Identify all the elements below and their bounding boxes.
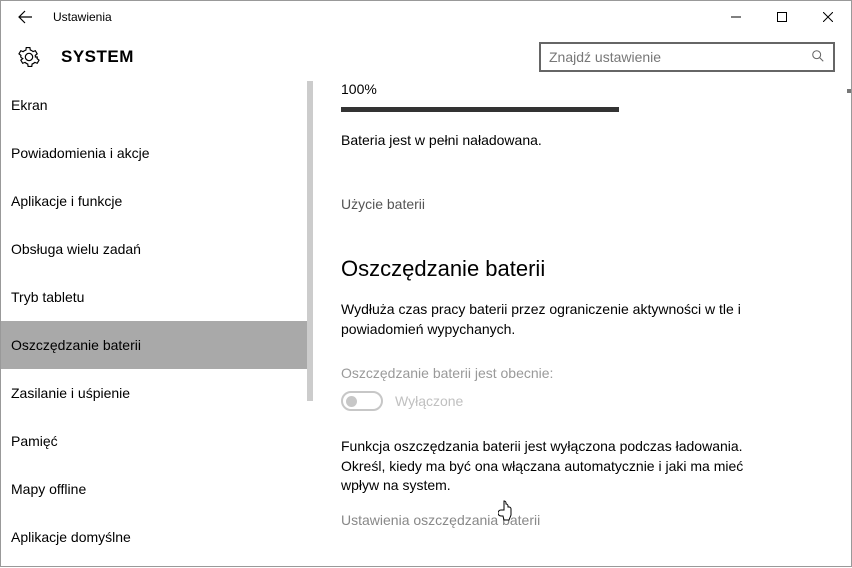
back-button[interactable] bbox=[9, 1, 41, 33]
sidebar-item-label: Oszczędzanie baterii bbox=[11, 337, 141, 353]
battery-usage-link[interactable]: Użycie baterii bbox=[341, 196, 823, 212]
sidebar-item-powiadomienia[interactable]: Powiadomienia i akcje bbox=[1, 129, 313, 177]
battery-progress-bar bbox=[341, 107, 619, 112]
page-title: SYSTEM bbox=[61, 47, 134, 67]
toggle-label: Oszczędzanie baterii jest obecnie: bbox=[341, 365, 823, 381]
sidebar-item-label: Ekran bbox=[11, 97, 48, 113]
sidebar-item-zasilanie[interactable]: Zasilanie i uśpienie bbox=[1, 369, 313, 417]
sidebar-item-label: Zasilanie i uśpienie bbox=[11, 385, 130, 401]
sidebar-item-label: Aplikacje i funkcje bbox=[11, 193, 122, 209]
header: SYSTEM Znajdź ustawienie bbox=[1, 33, 851, 81]
sidebar-item-pamiec[interactable]: Pamięć bbox=[1, 417, 313, 465]
battery-status-text: Bateria jest w pełni naładowana. bbox=[341, 132, 823, 148]
battery-percent: 100% bbox=[341, 81, 823, 97]
battery-saver-info: Funkcja oszczędzania baterii jest wyłącz… bbox=[341, 437, 781, 496]
sidebar-item-obsluga-zadan[interactable]: Obsługa wielu zadań bbox=[1, 225, 313, 273]
sidebar: Ekran Powiadomienia i akcje Aplikacje i … bbox=[1, 81, 313, 568]
section-title: Oszczędzanie baterii bbox=[341, 256, 823, 282]
titlebar: Ustawienia bbox=[1, 1, 851, 33]
sidebar-item-label: Powiadomienia i akcje bbox=[11, 145, 150, 161]
sidebar-item-label: Pamięć bbox=[11, 433, 58, 449]
maximize-button[interactable] bbox=[759, 1, 805, 33]
sidebar-item-aplikacje-domyslne[interactable]: Aplikacje domyślne bbox=[1, 513, 313, 561]
battery-saver-toggle[interactable] bbox=[341, 391, 383, 411]
sidebar-item-label: Obsługa wielu zadań bbox=[11, 241, 141, 257]
close-button[interactable] bbox=[805, 1, 851, 33]
toggle-knob bbox=[346, 396, 357, 407]
sidebar-item-label: Tryb tabletu bbox=[11, 289, 84, 305]
toggle-state-text: Wyłączone bbox=[395, 393, 463, 409]
battery-saver-settings-link[interactable]: Ustawienia oszczędzania baterii bbox=[341, 512, 823, 528]
content-panel: 100% Bateria jest w pełni naładowana. Uż… bbox=[313, 81, 851, 568]
sidebar-item-mapy-offline[interactable]: Mapy offline bbox=[1, 465, 313, 513]
search-placeholder: Znajdź ustawienie bbox=[549, 49, 811, 65]
sidebar-item-tryb-tabletu[interactable]: Tryb tabletu bbox=[1, 273, 313, 321]
minimize-button[interactable] bbox=[713, 1, 759, 33]
search-icon bbox=[811, 49, 825, 66]
search-input[interactable]: Znajdź ustawienie bbox=[539, 42, 835, 72]
sidebar-item-ekran[interactable]: Ekran bbox=[1, 81, 313, 129]
section-description: Wydłuża czas pracy baterii przez ogranic… bbox=[341, 300, 771, 339]
sidebar-item-label: Mapy offline bbox=[11, 481, 86, 497]
sidebar-item-oszczedzanie-baterii[interactable]: Oszczędzanie baterii bbox=[1, 321, 313, 369]
sidebar-item-label: Aplikacje domyślne bbox=[11, 529, 131, 545]
gear-icon bbox=[17, 45, 41, 69]
content-scrollbar[interactable] bbox=[847, 89, 851, 93]
window-title: Ustawienia bbox=[53, 10, 112, 24]
sidebar-item-aplikacje-funkcje[interactable]: Aplikacje i funkcje bbox=[1, 177, 313, 225]
window-controls bbox=[713, 1, 851, 33]
